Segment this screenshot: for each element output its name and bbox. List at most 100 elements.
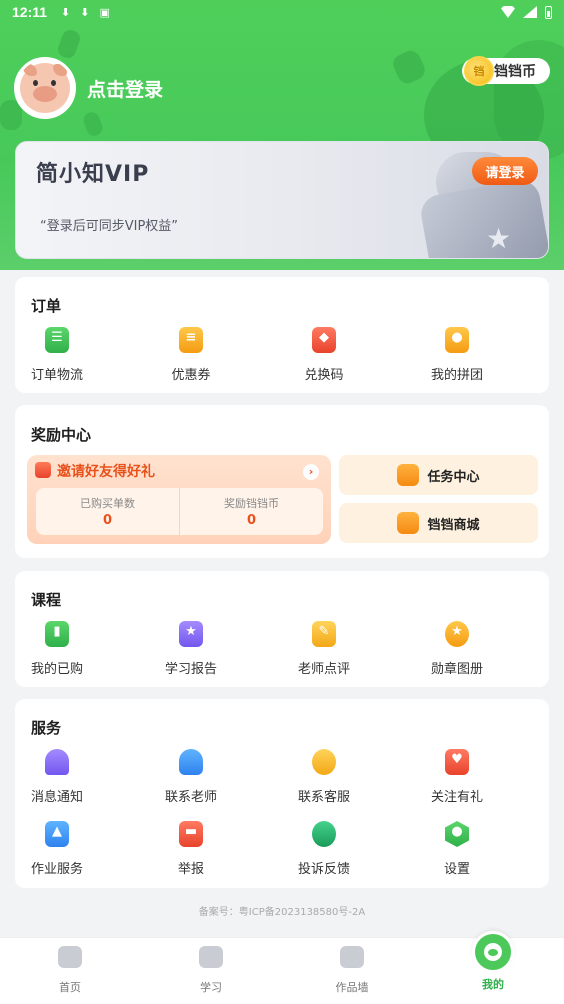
tab-mine[interactable]: 我的 bbox=[453, 976, 533, 992]
vip-login-button[interactable]: 请登录 bbox=[472, 157, 538, 185]
tab-label: 首页 bbox=[59, 981, 81, 994]
tab-study[interactable]: 学习 bbox=[171, 946, 251, 995]
carrot-decoration-icon bbox=[81, 109, 105, 139]
group-icon: ● bbox=[445, 327, 469, 353]
item-label: 联系客服 bbox=[297, 790, 350, 805]
orders-card: 订单 ☰ 订单物流 ≡ 优惠券 ◆ 兑换码 ● 我的拼团 bbox=[15, 277, 549, 393]
teacher-icon bbox=[179, 749, 203, 775]
task-center-button[interactable]: 任务中心 bbox=[339, 455, 538, 495]
tab-gallery[interactable]: 作品墙 bbox=[312, 946, 392, 995]
invite-title: 邀请好友得好礼 bbox=[57, 464, 155, 480]
signal-icon bbox=[523, 6, 537, 18]
coupon-icon: ≡ bbox=[179, 327, 203, 353]
item-label: 勋章图册 bbox=[430, 662, 483, 677]
download-icon: ⬇ bbox=[80, 5, 90, 19]
download-icon: ⬇ bbox=[61, 5, 71, 19]
medal-icon: ★ bbox=[445, 621, 469, 647]
vip-subtitle: “登录后可同步VIP权益” bbox=[40, 219, 179, 234]
group-buy-item[interactable]: ● 我的拼团 bbox=[407, 327, 507, 383]
report-icon: ★ bbox=[179, 621, 203, 647]
tab-label: 我的 bbox=[482, 978, 504, 991]
login-link[interactable]: 点击登录 bbox=[87, 75, 163, 102]
coupon-item[interactable]: ≡ 优惠券 bbox=[141, 327, 241, 383]
status-time: 12:11 bbox=[12, 4, 48, 20]
vip-card[interactable]: ★ 简小知VIP “登录后可同步VIP权益” 请登录 bbox=[15, 141, 549, 259]
item-label: 我的已购 bbox=[30, 662, 83, 677]
item-label: 投诉反馈 bbox=[297, 862, 350, 877]
chevron-right-icon[interactable]: › bbox=[303, 464, 319, 480]
pig-eye bbox=[33, 80, 38, 86]
teacher-review-item[interactable]: ✎ 老师点评 bbox=[274, 621, 374, 677]
order-logistics-item[interactable]: ☰ 订单物流 bbox=[7, 327, 107, 383]
coin-shop-button[interactable]: 铛铛商城 bbox=[339, 503, 538, 543]
tab-home[interactable]: 首页 bbox=[30, 946, 110, 995]
bottom-nav: 首页 学习 作品墙 我的 bbox=[0, 931, 564, 1004]
graduation-cap-icon: ▲ bbox=[45, 821, 69, 847]
reward-coins: 奖励铛铛币 0 bbox=[179, 488, 323, 535]
settings-item[interactable]: ● 设置 bbox=[407, 821, 507, 877]
item-label: 兑换码 bbox=[304, 368, 344, 383]
item-label: 举报 bbox=[177, 862, 204, 877]
pig-nose bbox=[488, 949, 498, 956]
purchased-count: 已购买单数 0 bbox=[36, 488, 179, 535]
rewards-title: 奖励中心 bbox=[31, 426, 92, 444]
pig-eye bbox=[51, 80, 56, 86]
stat-label: 已购买单数 bbox=[80, 497, 135, 510]
gift-icon bbox=[35, 462, 51, 478]
stat-value: 0 bbox=[246, 513, 257, 528]
courses-card: 课程 ▮ 我的已购 ★ 学习报告 ✎ 老师点评 ★ 勋章图册 bbox=[15, 571, 549, 687]
item-label: 订单物流 bbox=[30, 368, 83, 383]
coin-icon: 铛 bbox=[464, 56, 494, 86]
redeem-code-item[interactable]: ◆ 兑换码 bbox=[274, 327, 374, 383]
button-label: 铛铛商城 bbox=[427, 517, 480, 533]
contact-support-item[interactable]: 联系客服 bbox=[274, 749, 374, 805]
item-label: 作业服务 bbox=[30, 862, 83, 877]
complaint-feedback-item[interactable]: 投诉反馈 bbox=[274, 821, 374, 877]
item-label: 优惠券 bbox=[171, 368, 211, 383]
star-icon: ★ bbox=[486, 222, 512, 255]
pig-face-icon[interactable] bbox=[472, 931, 514, 973]
gear-icon: ● bbox=[445, 821, 469, 847]
services-card: 服务 消息通知 联系老师 联系客服 ♥ 关注有礼 ▲ 作业服务 ▬ 举报 投诉反… bbox=[15, 699, 549, 888]
vip-title: 简小知VIP bbox=[36, 162, 150, 187]
carrot-decoration-icon bbox=[55, 27, 83, 61]
bell-icon bbox=[45, 749, 69, 775]
rewards-card: 奖励中心 邀请好友得好礼 › 已购买单数 0 奖励铛铛币 0 任务中心 铛铛商城 bbox=[15, 405, 549, 558]
medal-album-item[interactable]: ★ 勋章图册 bbox=[407, 621, 507, 677]
courses-title: 课程 bbox=[31, 591, 62, 609]
stat-value: 0 bbox=[102, 513, 113, 528]
invite-friends-banner[interactable]: 邀请好友得好礼 › 已购买单数 0 奖励铛铛币 0 bbox=[27, 455, 331, 544]
notifications-item[interactable]: 消息通知 bbox=[7, 749, 107, 805]
contact-teacher-item[interactable]: 联系老师 bbox=[141, 749, 241, 805]
stat-label: 奖励铛铛币 bbox=[224, 497, 279, 510]
item-label: 联系老师 bbox=[164, 790, 217, 805]
heart-chat-icon: ♥ bbox=[445, 749, 469, 775]
services-title: 服务 bbox=[31, 719, 62, 737]
gift-icon: ◆ bbox=[312, 327, 336, 353]
item-label: 学习报告 bbox=[164, 662, 217, 677]
my-purchases-item[interactable]: ▮ 我的已购 bbox=[7, 621, 107, 677]
item-label: 消息通知 bbox=[30, 790, 83, 805]
follow-gift-item[interactable]: ♥ 关注有礼 bbox=[407, 749, 507, 805]
home-icon bbox=[58, 946, 82, 968]
a-icon: ▣ bbox=[99, 5, 110, 19]
report-item[interactable]: ▬ 举报 bbox=[141, 821, 241, 877]
book-icon: ▮ bbox=[45, 621, 69, 647]
study-report-item[interactable]: ★ 学习报告 bbox=[141, 621, 241, 677]
avatar[interactable] bbox=[14, 57, 76, 119]
item-label: 老师点评 bbox=[297, 662, 350, 677]
icp-record: 备案号：粤ICP备2023138580号-2A bbox=[198, 907, 366, 918]
orders-title: 订单 bbox=[31, 297, 62, 315]
play-icon bbox=[199, 946, 223, 968]
homework-service-item[interactable]: ▲ 作业服务 bbox=[7, 821, 107, 877]
carrot-decoration-icon bbox=[389, 47, 429, 87]
tab-label: 作品墙 bbox=[335, 981, 369, 994]
coin-label: 铛铛币 bbox=[494, 64, 536, 80]
pig-snout bbox=[33, 86, 57, 102]
item-label: 我的拼团 bbox=[430, 368, 483, 383]
wifi-icon bbox=[501, 6, 515, 18]
gallery-icon bbox=[340, 946, 364, 968]
coin-balance-button[interactable]: 铛 铛铛币 bbox=[462, 56, 550, 86]
battery-icon bbox=[545, 5, 552, 19]
report-flag-icon: ▬ bbox=[179, 821, 203, 847]
